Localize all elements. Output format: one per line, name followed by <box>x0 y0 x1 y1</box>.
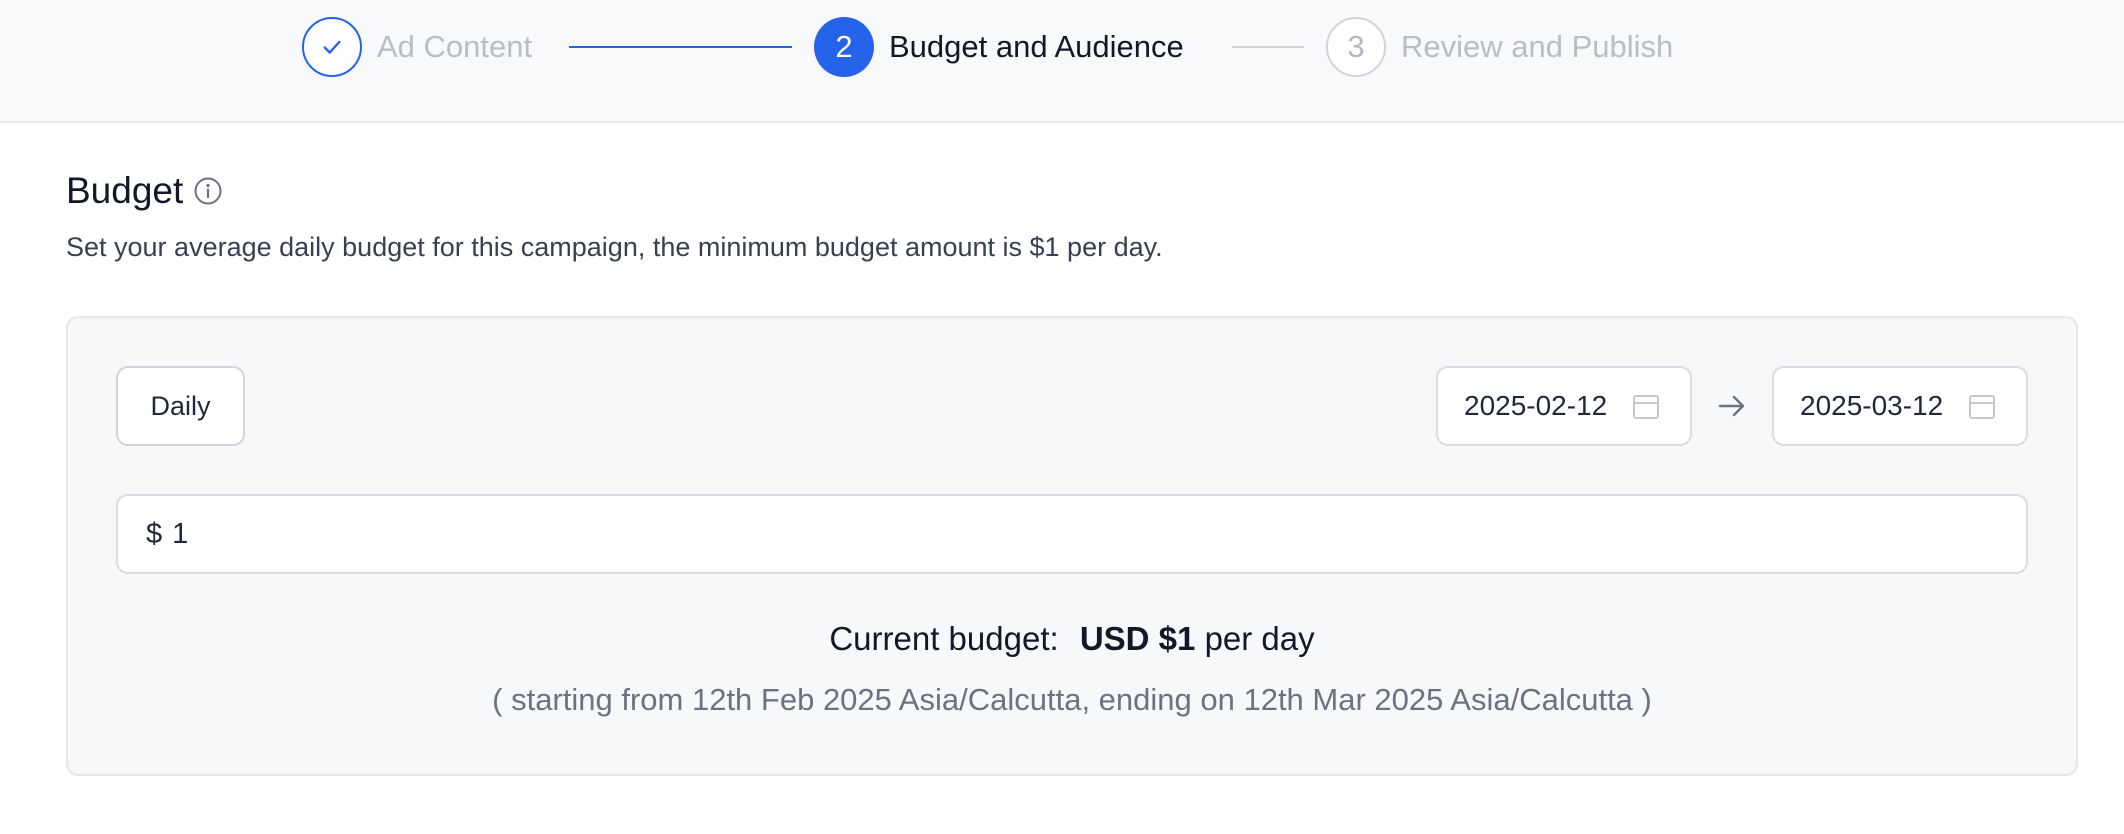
check-icon <box>323 40 341 54</box>
step-2-number: 2 <box>814 17 874 77</box>
step-2-label: Budget and Audience <box>889 29 1184 64</box>
budget-period-text: ( starting from 12th Feb 2025 Asia/Calcu… <box>492 682 1652 717</box>
step-3-number: 3 <box>1326 17 1386 77</box>
currency-symbol: $ <box>146 517 163 550</box>
calendar-icon <box>1633 395 1659 419</box>
calendar-icon <box>1969 395 1995 419</box>
campaign-stepper: Ad Content 2 Budget and Audience 3 Revie… <box>0 0 2124 123</box>
step-1-circle <box>302 17 362 77</box>
info-icon[interactable] <box>193 176 223 206</box>
budget-title: Budget <box>66 170 184 211</box>
summary-prefix: Current budget: <box>829 620 1059 657</box>
start-date-picker[interactable]: 2025-02-12 <box>1436 366 1692 446</box>
summary-suffix: per day <box>1204 620 1315 657</box>
summary-amount: USD $1 <box>1079 620 1196 657</box>
step-3-label: Review and Publish <box>1401 29 1674 64</box>
arrow-right-icon <box>1718 395 1745 417</box>
budget-description: Set your average daily budget for this c… <box>66 232 1163 262</box>
step-review-and-publish[interactable]: 3 Review and Publish <box>1326 16 1673 78</box>
step-ad-content[interactable]: Ad Content <box>302 16 532 78</box>
step-1-label: Ad Content <box>377 29 533 64</box>
step-connector-1 <box>569 46 792 48</box>
budget-heading: Budget <box>66 170 223 212</box>
step-budget-and-audience[interactable]: 2 Budget and Audience <box>814 16 1184 78</box>
current-budget-summary: Current budget: USD $1 per day <box>66 620 2078 658</box>
budget-frequency-select[interactable]: Daily <box>116 366 245 446</box>
end-date-picker[interactable]: 2025-03-12 <box>1772 366 2028 446</box>
budget-amount-input[interactable]: $ 1 <box>116 494 2028 574</box>
start-date-value: 2025-02-12 <box>1464 390 1608 421</box>
end-date-value: 2025-03-12 <box>1800 390 1944 421</box>
step-connector-2 <box>1232 46 1304 48</box>
budget-amount-value: 1 <box>172 517 189 550</box>
